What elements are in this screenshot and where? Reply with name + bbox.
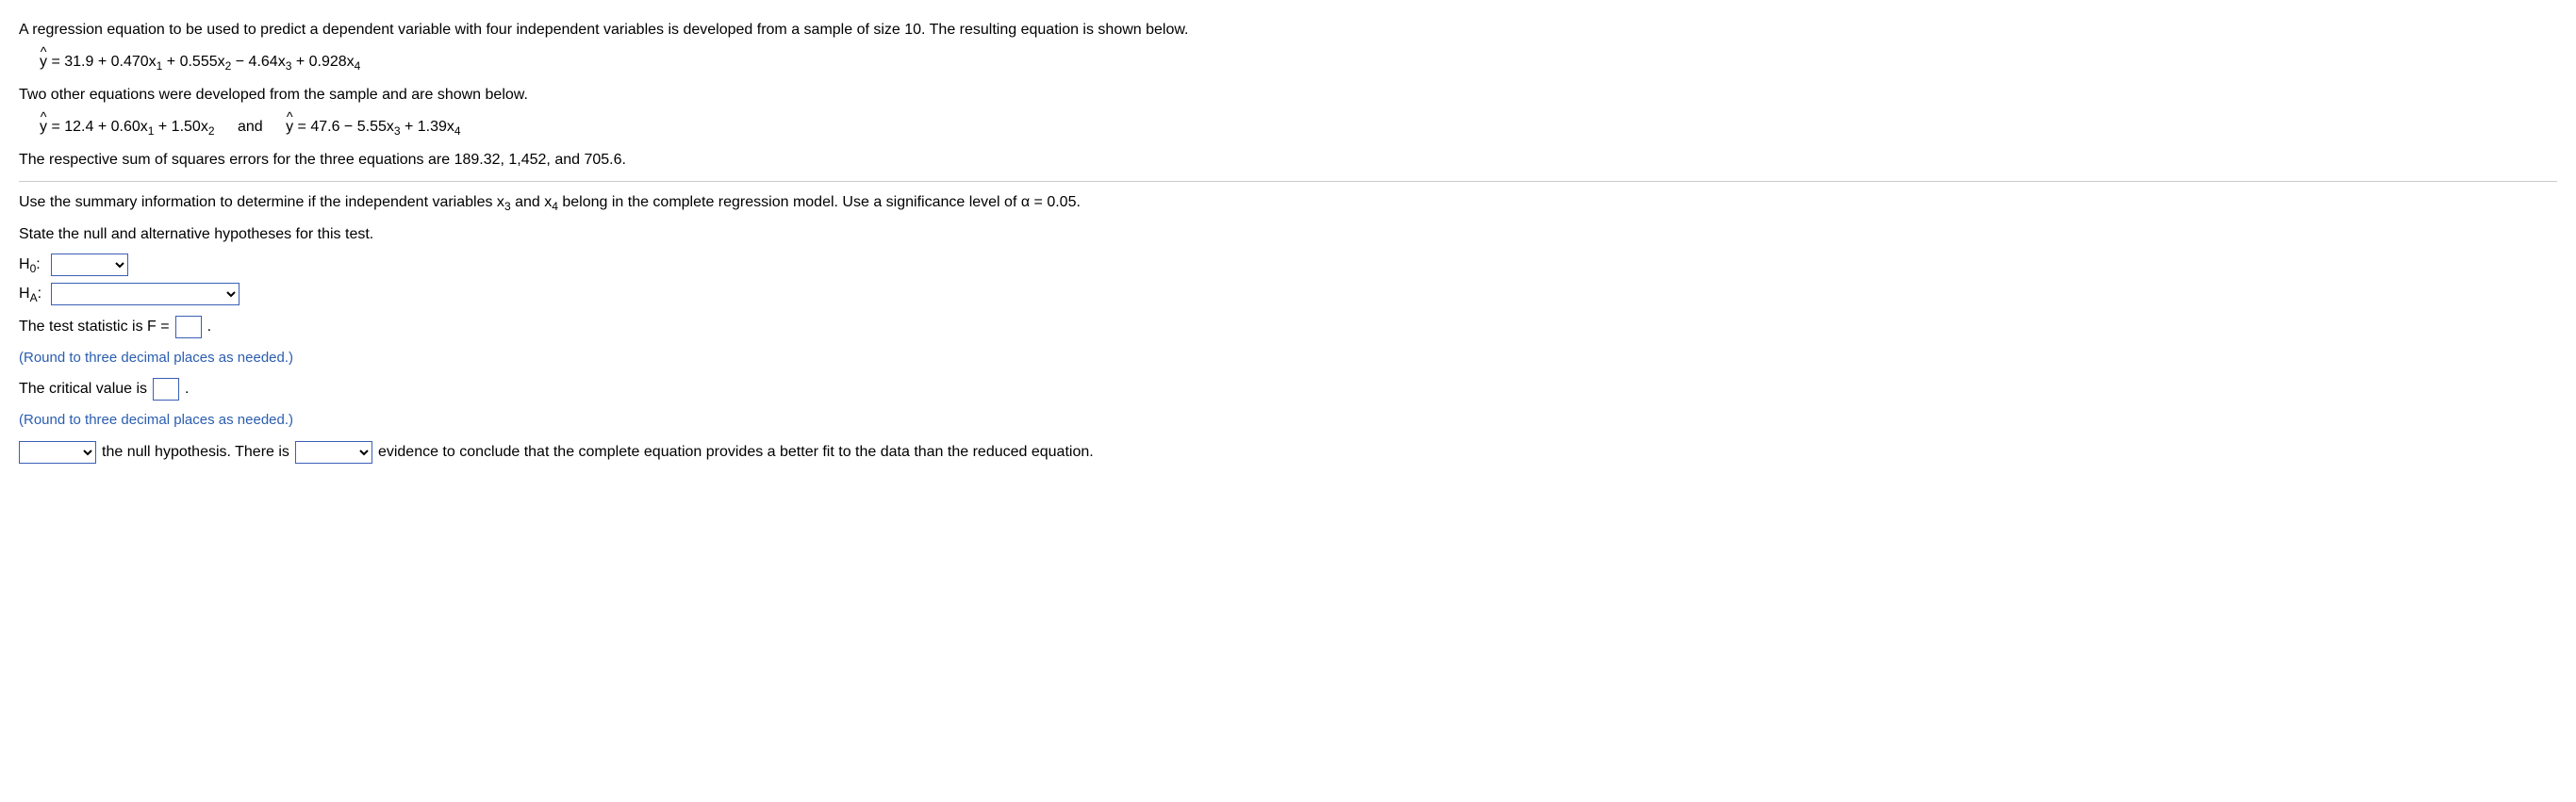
sse-text: The respective sum of squares errors for…	[19, 149, 2557, 172]
critical-value-label: The critical value is	[19, 378, 147, 401]
intro-text: A regression equation to be used to pred…	[19, 19, 2557, 41]
round-help-2: (Round to three decimal places as needed…	[19, 410, 2557, 432]
critical-value-row: The critical value is .	[19, 378, 2557, 401]
h0-row: H0:	[19, 254, 2557, 277]
instruction-text: Use the summary information to determine…	[19, 191, 2557, 215]
h0-label: H0:	[19, 254, 45, 277]
evidence-dropdown[interactable]	[295, 441, 372, 464]
conclusion-text-2: evidence to conclude that the complete e…	[378, 441, 1094, 464]
test-stat-row: The test statistic is F = .	[19, 316, 2557, 338]
full-equation: ^y = 31.9 + 0.470x1 + 0.555x2 − 4.64x3 +…	[40, 51, 2557, 74]
critical-value-input[interactable]	[153, 378, 179, 401]
ha-row: HA:	[19, 283, 2557, 306]
reduced-equations: ^y = 12.4 + 0.60x1 + 1.50x2 and ^y = 47.…	[40, 116, 2557, 139]
test-stat-label: The test statistic is F =	[19, 316, 170, 338]
conclusion-text-1: the null hypothesis. There is	[102, 441, 289, 464]
critical-value-period: .	[185, 378, 189, 401]
h0-dropdown[interactable]	[51, 254, 128, 276]
state-hypotheses-text: State the null and alternative hypothese…	[19, 223, 2557, 246]
ha-dropdown[interactable]	[51, 283, 239, 305]
decision-dropdown[interactable]	[19, 441, 96, 464]
ha-label: HA:	[19, 283, 45, 306]
test-stat-input[interactable]	[175, 316, 202, 338]
test-stat-period: .	[207, 316, 211, 338]
two-other-text: Two other equations were developed from …	[19, 84, 2557, 106]
divider	[19, 181, 2557, 182]
conclusion-row: the null hypothesis. There is evidence t…	[19, 441, 2557, 464]
round-help-1: (Round to three decimal places as needed…	[19, 348, 2557, 369]
